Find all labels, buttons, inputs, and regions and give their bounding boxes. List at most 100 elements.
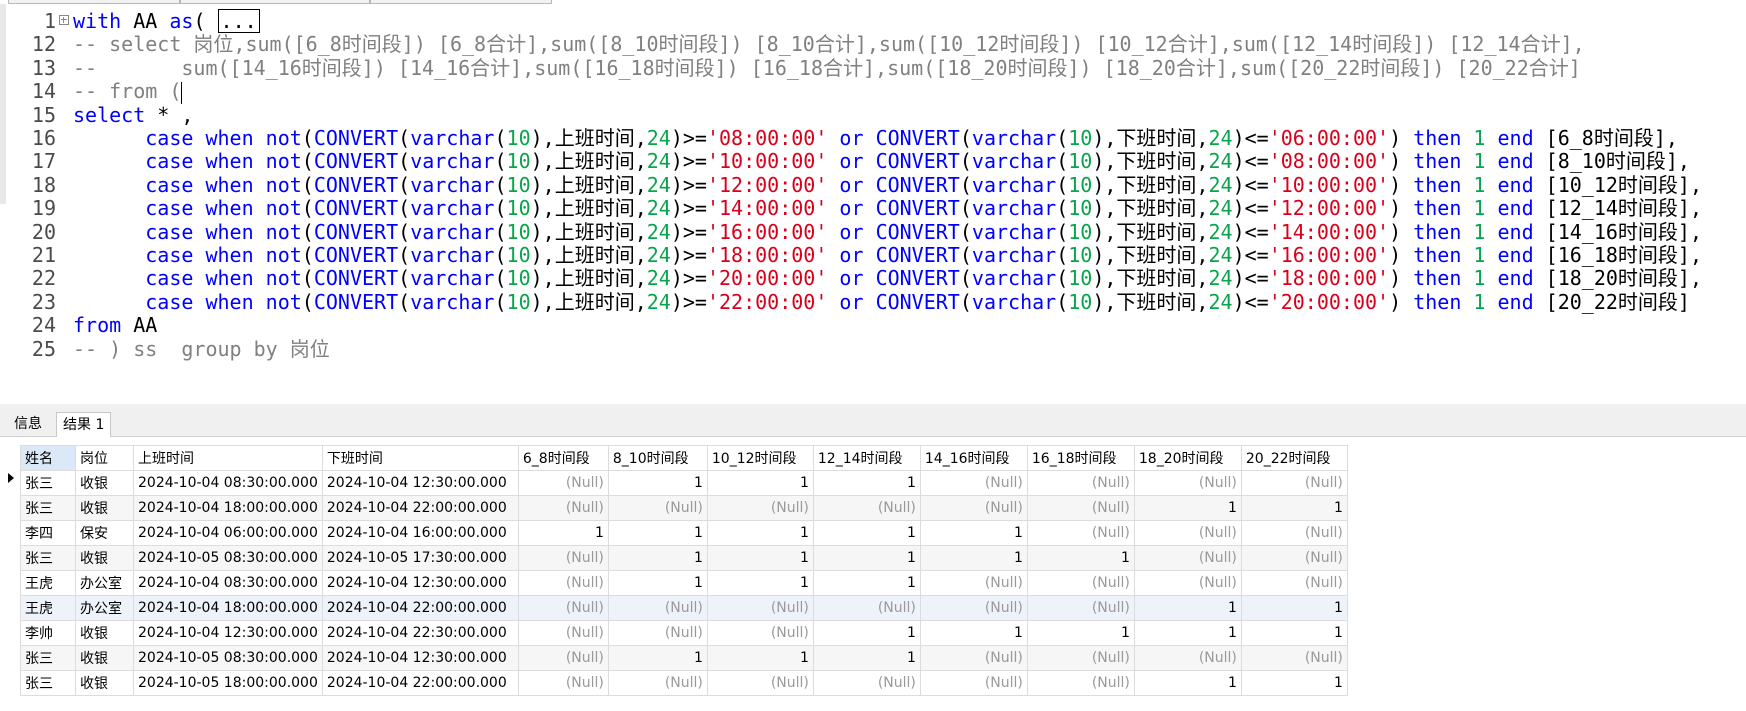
- table-cell[interactable]: (Null): [1026, 495, 1135, 521]
- table-cell[interactable]: (Null): [706, 670, 814, 696]
- table-cell[interactable]: 办公室: [75, 595, 134, 621]
- table-cell[interactable]: (Null): [607, 670, 708, 696]
- table-cell[interactable]: (Null): [919, 495, 1028, 521]
- table-cell[interactable]: (Null): [1240, 520, 1348, 546]
- table-cell[interactable]: (Null): [517, 670, 609, 696]
- tab-info[interactable]: 信息: [8, 412, 48, 436]
- table-cell[interactable]: 1: [517, 520, 609, 546]
- table-cell[interactable]: 1: [812, 570, 921, 596]
- table-cell[interactable]: 收银: [75, 495, 134, 521]
- table-cell[interactable]: (Null): [706, 620, 814, 646]
- table-row[interactable]: 李帅 收银 2024-10-04 12:30:00.000 2024-10-04 22…: [20, 620, 1348, 646]
- column-header[interactable]: 岗位: [75, 445, 134, 471]
- column-header[interactable]: 12_14时间段: [812, 445, 921, 471]
- table-cell[interactable]: (Null): [812, 670, 921, 696]
- table-cell[interactable]: (Null): [517, 620, 609, 646]
- table-cell[interactable]: 保安: [75, 520, 134, 546]
- table-cell[interactable]: 2024-10-04 12:30:00.000: [321, 470, 519, 496]
- column-header[interactable]: 14_16时间段: [919, 445, 1028, 471]
- table-cell[interactable]: 2024-10-04 22:00:00.000: [321, 670, 519, 696]
- column-header[interactable]: 16_18时间段: [1026, 445, 1135, 471]
- table-cell[interactable]: 1: [812, 545, 921, 571]
- table-cell[interactable]: 1: [919, 620, 1028, 646]
- table-cell[interactable]: 王虎: [20, 570, 76, 596]
- table-cell[interactable]: (Null): [812, 495, 921, 521]
- table-cell[interactable]: 收银: [75, 470, 134, 496]
- table-row[interactable]: 张三 收银 2024-10-04 18:00:00.000 2024-10-04 22…: [20, 495, 1348, 521]
- column-header[interactable]: 20_22时间段: [1240, 445, 1348, 471]
- table-cell[interactable]: 收银: [75, 545, 134, 571]
- table-cell[interactable]: 收银: [75, 620, 134, 646]
- table-cell[interactable]: 2024-10-05 18:00:00.000: [133, 670, 323, 696]
- table-cell[interactable]: 1: [706, 470, 814, 496]
- column-header[interactable]: 6_8时间段: [517, 445, 609, 471]
- table-row[interactable]: 李四 保安 2024-10-04 06:00:00.000 2024-10-04 16…: [20, 520, 1348, 546]
- table-cell[interactable]: (Null): [1240, 470, 1348, 496]
- table-row[interactable]: 张三 收银 2024-10-05 08:30:00.000 2024-10-05 17…: [20, 545, 1348, 571]
- column-header[interactable]: 上班时间: [133, 445, 323, 471]
- table-cell[interactable]: 张三: [20, 495, 76, 521]
- table-cell[interactable]: (Null): [517, 495, 609, 521]
- table-cell[interactable]: 2024-10-05 17:30:00.000: [321, 545, 519, 571]
- table-cell[interactable]: 办公室: [75, 570, 134, 596]
- table-cell[interactable]: 1: [812, 470, 921, 496]
- table-cell[interactable]: (Null): [919, 570, 1028, 596]
- table-cell[interactable]: 2024-10-04 22:00:00.000: [321, 495, 519, 521]
- table-cell[interactable]: 1: [706, 645, 814, 671]
- table-cell[interactable]: 2024-10-05 08:30:00.000: [133, 645, 323, 671]
- table-cell[interactable]: 1: [812, 620, 921, 646]
- table-cell[interactable]: 1: [706, 545, 814, 571]
- fold-expand-icon[interactable]: [59, 15, 69, 25]
- table-cell[interactable]: (Null): [1240, 545, 1348, 571]
- table-cell[interactable]: (Null): [1026, 570, 1135, 596]
- table-cell[interactable]: 2024-10-04 16:00:00.000: [321, 520, 519, 546]
- column-header[interactable]: 下班时间: [321, 445, 519, 471]
- table-cell[interactable]: (Null): [919, 595, 1028, 621]
- table-cell[interactable]: 2024-10-04 22:30:00.000: [321, 620, 519, 646]
- table-cell[interactable]: 1: [1133, 670, 1242, 696]
- table-cell[interactable]: 2024-10-04 08:30:00.000: [133, 470, 323, 496]
- column-header[interactable]: 8_10时间段: [607, 445, 708, 471]
- table-cell[interactable]: 1: [607, 545, 708, 571]
- table-cell[interactable]: 1: [1240, 670, 1348, 696]
- table-cell[interactable]: 张三: [20, 645, 76, 671]
- table-row[interactable]: 张三 收银 2024-10-05 18:00:00.000 2024-10-04 22…: [20, 670, 1348, 696]
- table-cell[interactable]: (Null): [1133, 645, 1242, 671]
- table-row[interactable]: 张三 收银 2024-10-05 08:30:00.000 2024-10-04 12…: [20, 645, 1348, 671]
- table-cell[interactable]: 2024-10-04 08:30:00.000: [133, 570, 323, 596]
- table-cell[interactable]: 1: [1133, 595, 1242, 621]
- table-cell[interactable]: (Null): [706, 495, 814, 521]
- table-cell[interactable]: (Null): [1133, 570, 1242, 596]
- table-cell[interactable]: 李帅: [20, 620, 76, 646]
- table-cell[interactable]: 1: [706, 520, 814, 546]
- table-cell[interactable]: (Null): [1026, 470, 1135, 496]
- table-cell[interactable]: (Null): [607, 620, 708, 646]
- table-cell[interactable]: (Null): [607, 495, 708, 521]
- table-cell[interactable]: 1: [607, 570, 708, 596]
- table-cell[interactable]: 1: [1240, 620, 1348, 646]
- table-cell[interactable]: (Null): [1240, 645, 1348, 671]
- table-cell[interactable]: 1: [706, 570, 814, 596]
- column-header[interactable]: 10_12时间段: [706, 445, 814, 471]
- table-cell[interactable]: 1: [607, 470, 708, 496]
- table-cell[interactable]: (Null): [919, 645, 1028, 671]
- table-cell[interactable]: (Null): [812, 595, 921, 621]
- table-row[interactable]: 王虎 办公室 2024-10-04 18:00:00.000 2024-10-04 2…: [20, 595, 1348, 621]
- table-cell[interactable]: (Null): [1133, 545, 1242, 571]
- table-cell[interactable]: 2024-10-05 08:30:00.000: [133, 545, 323, 571]
- table-cell[interactable]: (Null): [517, 545, 609, 571]
- table-cell[interactable]: 收银: [75, 645, 134, 671]
- table-cell[interactable]: 2024-10-04 12:30:00.000: [321, 645, 519, 671]
- table-cell[interactable]: (Null): [919, 470, 1028, 496]
- table-cell[interactable]: (Null): [1026, 645, 1135, 671]
- table-cell[interactable]: 2024-10-04 18:00:00.000: [133, 495, 323, 521]
- table-cell[interactable]: 1: [1240, 495, 1348, 521]
- table-cell[interactable]: (Null): [1026, 595, 1135, 621]
- table-cell[interactable]: (Null): [517, 645, 609, 671]
- table-cell[interactable]: 1: [1240, 595, 1348, 621]
- table-cell[interactable]: 张三: [20, 470, 76, 496]
- table-cell[interactable]: (Null): [607, 595, 708, 621]
- table-cell[interactable]: (Null): [1133, 470, 1242, 496]
- table-cell[interactable]: 2024-10-04 12:30:00.000: [321, 570, 519, 596]
- table-cell[interactable]: 1: [812, 645, 921, 671]
